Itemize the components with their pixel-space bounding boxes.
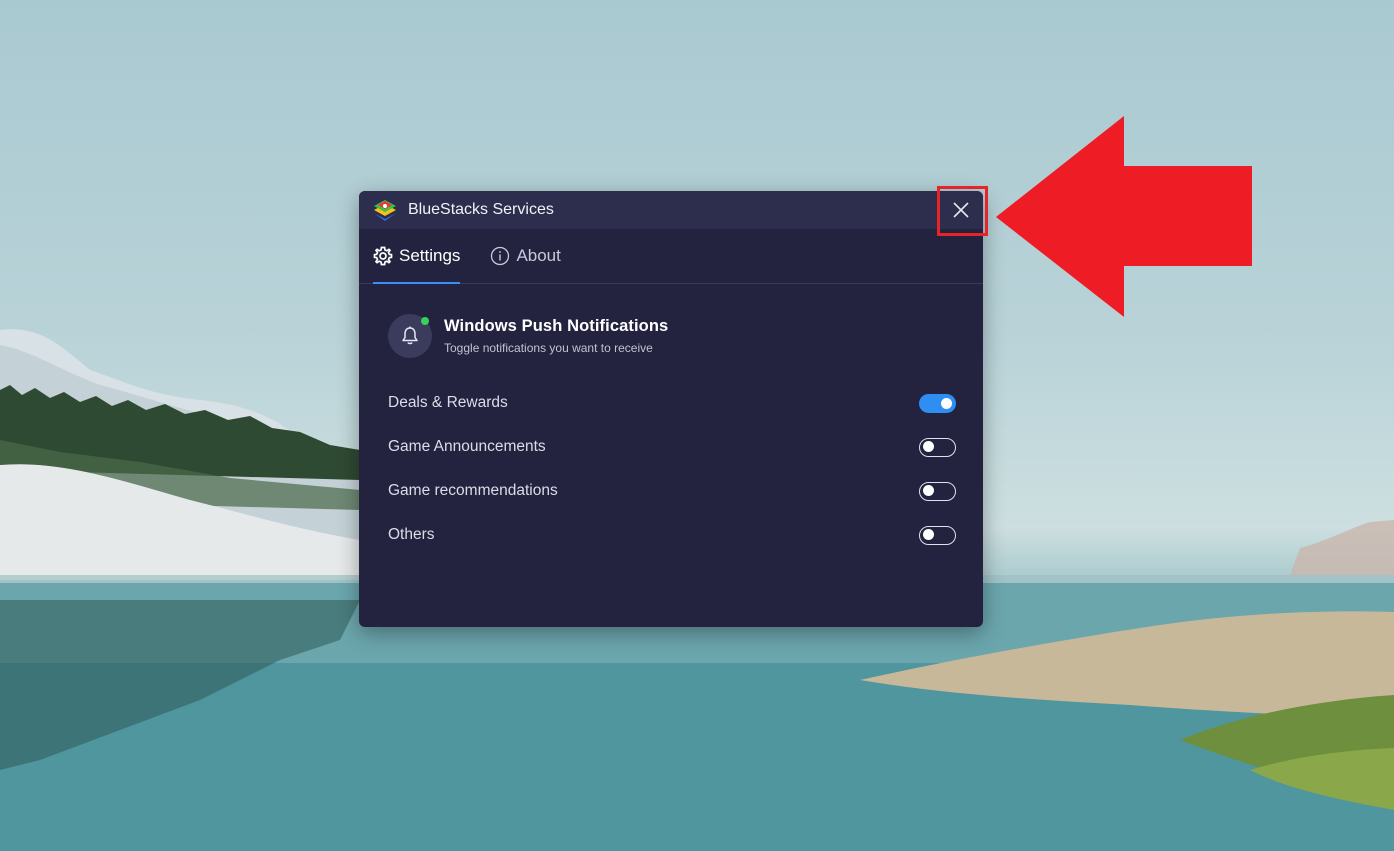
bluestacks-services-window: BlueStacks Services Settings About Windo… xyxy=(359,191,983,627)
others-toggle[interactable] xyxy=(919,525,956,545)
toggle-label: Game recommendations xyxy=(388,482,558,499)
bluestacks-logo-icon xyxy=(374,200,396,221)
notifications-header: Windows Push Notifications Toggle notifi… xyxy=(388,314,983,358)
list-item-others: Others xyxy=(359,513,983,557)
bell-badge xyxy=(388,314,432,358)
window-title: BlueStacks Services xyxy=(408,201,554,218)
tab-settings[interactable]: Settings xyxy=(373,229,461,284)
list-item-deals-rewards: Deals & Rewards xyxy=(359,381,983,425)
tab-settings-label: Settings xyxy=(399,246,461,265)
toggle-knob xyxy=(923,441,934,452)
list-item-game-recommendations: Game recommendations xyxy=(359,469,983,513)
deals-rewards-toggle[interactable] xyxy=(919,393,956,413)
toggle-knob xyxy=(923,529,934,540)
gear-icon xyxy=(373,246,393,266)
info-icon xyxy=(491,246,510,266)
notification-dot xyxy=(421,317,429,325)
red-arrow-icon xyxy=(996,116,1252,317)
tab-about-label: About xyxy=(516,246,561,265)
section-title: Windows Push Notifications xyxy=(444,317,669,335)
notification-toggle-list: Deals & Rewards Game Announcements Game … xyxy=(359,381,983,557)
toggle-label: Others xyxy=(388,526,435,543)
toggle-knob xyxy=(941,397,952,409)
tab-bar: Settings About xyxy=(359,229,983,284)
close-icon xyxy=(953,202,969,218)
toggle-knob xyxy=(923,485,934,496)
list-item-game-announcements: Game Announcements xyxy=(359,425,983,469)
section-subtitle: Toggle notifications you want to receive xyxy=(444,341,653,355)
bell-icon xyxy=(402,326,418,345)
title-bar: BlueStacks Services xyxy=(359,191,983,229)
tab-about[interactable]: About xyxy=(490,229,561,283)
game-announcements-toggle[interactable] xyxy=(919,437,956,457)
game-recommendations-toggle[interactable] xyxy=(919,481,956,501)
toggle-label: Game Announcements xyxy=(388,438,546,455)
toggle-label: Deals & Rewards xyxy=(388,394,508,411)
close-button[interactable] xyxy=(939,191,983,229)
